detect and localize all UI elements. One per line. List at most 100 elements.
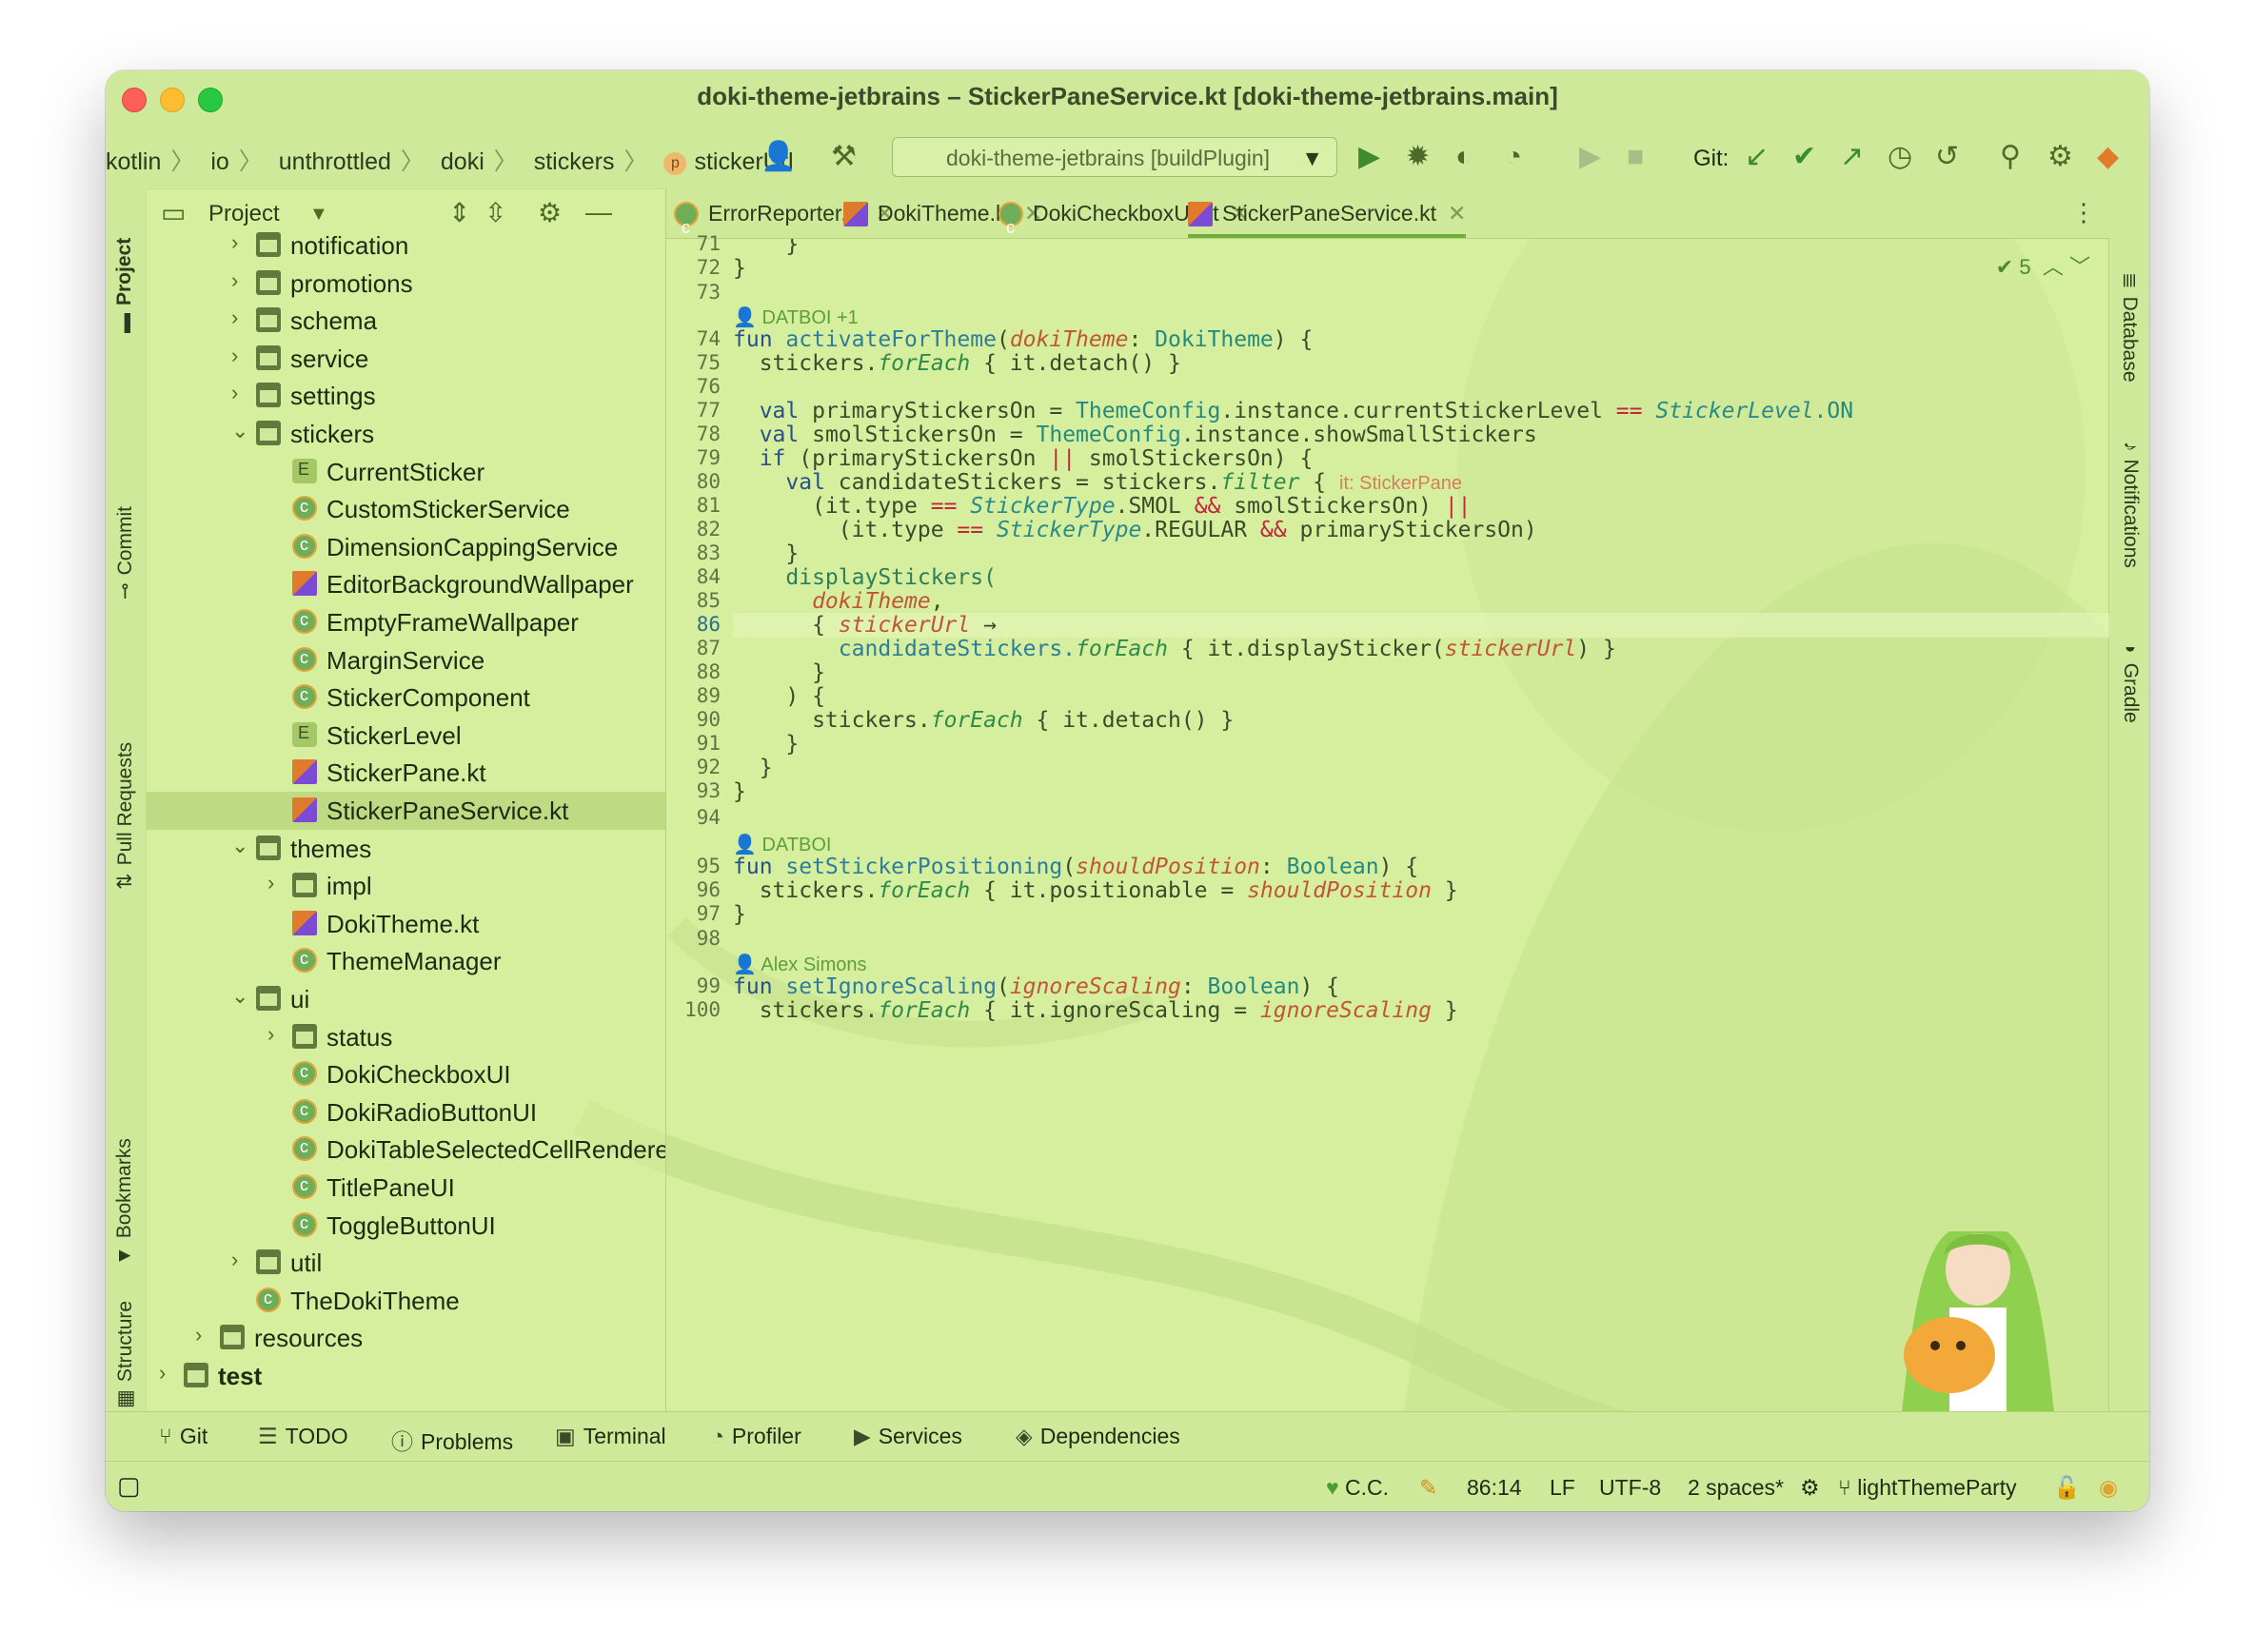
gear-icon[interactable]: ⚙ xyxy=(538,197,562,228)
tree-folder[interactable]: ⌄ ui xyxy=(146,980,665,1018)
tree-file[interactable]: StickerComponent xyxy=(146,678,665,717)
tree-file[interactable]: CurrentSticker xyxy=(146,453,665,491)
chevron-right-icon[interactable]: › xyxy=(231,230,238,255)
tree-file[interactable]: StickerPaneService.kt xyxy=(146,792,665,830)
tree-folder[interactable]: › schema xyxy=(146,302,665,340)
toggle-tool-windows-icon[interactable]: ▢ xyxy=(117,1471,141,1501)
tree-folder[interactable]: › impl xyxy=(146,867,665,905)
gear-icon[interactable]: ⚙ xyxy=(2047,141,2073,173)
line-number[interactable]: 88 xyxy=(666,660,721,683)
tool-tab-gradle[interactable]: ◗ Gradle xyxy=(2119,636,2142,723)
line-number[interactable]: 89 xyxy=(666,684,721,707)
line-number[interactable]: 77 xyxy=(666,399,721,422)
line-number[interactable]: 93 xyxy=(666,779,721,802)
tree-folder[interactable]: › settings xyxy=(146,377,665,415)
chevron-right-icon[interactable]: › xyxy=(231,1248,238,1272)
editor-tab[interactable]: StickerPaneService.kt ✕ xyxy=(1188,188,1467,238)
chevron-right-icon[interactable]: › xyxy=(159,1361,166,1386)
chevron-right-icon[interactable]: › xyxy=(231,381,238,405)
tree-folder[interactable]: › notification xyxy=(146,226,665,265)
stop-icon[interactable]: ■ xyxy=(1627,141,1644,173)
debug-icon[interactable]: ✹ xyxy=(1406,141,1430,173)
line-number[interactable]: 99 xyxy=(666,974,721,997)
line-number[interactable]: 76 xyxy=(666,375,721,398)
tool-tab-dependencies[interactable]: ◈ Dependencies xyxy=(1016,1424,1180,1449)
tool-tab-commit[interactable]: ⊸ Commit xyxy=(113,506,137,607)
tree-folder[interactable]: › resources xyxy=(146,1319,665,1357)
tool-tab-git[interactable]: ⑂ Git xyxy=(159,1424,208,1449)
line-number[interactable]: 74 xyxy=(666,327,721,350)
line-separator[interactable]: LF xyxy=(1550,1475,1575,1501)
breadcrumb-item[interactable]: doki xyxy=(441,148,484,176)
tree-file[interactable]: ToggleButtonUI xyxy=(146,1207,665,1245)
tree-file[interactable]: StickerLevel xyxy=(146,717,665,755)
inspection-widget[interactable]: ✔ 5 ︿ ﹀ xyxy=(1996,250,2090,281)
line-number[interactable]: 78 xyxy=(666,423,721,445)
settings-icon[interactable]: ⚙ xyxy=(1800,1475,1820,1501)
line-number[interactable]: 73 xyxy=(666,281,721,304)
author-hint[interactable]: 👤 Alex Simons xyxy=(733,953,867,976)
tree-file[interactable]: EmptyFrameWallpaper xyxy=(146,603,665,641)
author-hint[interactable]: 👤 DATBOI xyxy=(733,833,831,856)
run-icon[interactable]: ▶ xyxy=(1358,141,1380,173)
breadcrumb-item[interactable]: kotlin xyxy=(106,148,161,176)
coverage-icon[interactable]: ◐ xyxy=(1455,141,1473,173)
line-number[interactable]: 71 xyxy=(666,232,721,255)
tool-tab-project[interactable]: ▬ Project xyxy=(113,238,136,341)
git-commit-icon[interactable]: ✔ xyxy=(1792,141,1816,173)
breadcrumb-item[interactable]: unthrottled xyxy=(279,148,391,176)
tool-tab-structure[interactable]: ▦ Structure xyxy=(113,1301,137,1416)
tree-file[interactable]: MarginService xyxy=(146,641,665,679)
tree-file[interactable]: StickerPane.kt xyxy=(146,754,665,792)
breadcrumb-item[interactable]: stickers xyxy=(534,148,615,176)
tool-tab-notifications[interactable]: ♪ Notifications xyxy=(2119,434,2142,568)
tree-file[interactable]: TitlePaneUI xyxy=(146,1169,665,1207)
chevron-up-icon[interactable]: ︿ xyxy=(2043,255,2064,279)
line-number[interactable]: 81 xyxy=(666,494,721,517)
chevron-right-icon[interactable]: › xyxy=(267,1022,274,1047)
theme-status-widget[interactable]: ♥ C.C. xyxy=(1326,1475,1389,1501)
line-number[interactable]: 87 xyxy=(666,637,721,659)
author-hint[interactable]: 👤 DATBOI +1 xyxy=(733,305,859,329)
git-push-icon[interactable]: ↗ xyxy=(1840,141,1864,173)
chevron-down-icon[interactable]: ﹀ xyxy=(2069,255,2090,279)
line-number[interactable]: 98 xyxy=(666,927,721,950)
hide-panel-icon[interactable]: — xyxy=(585,197,612,227)
line-number[interactable]: 95 xyxy=(666,855,721,877)
line-number[interactable]: 94 xyxy=(666,806,721,829)
update-icon[interactable]: ◉ xyxy=(2099,1475,2118,1501)
chevron-right-icon[interactable]: › xyxy=(231,268,238,293)
indent-settings[interactable]: 2 spaces* xyxy=(1688,1475,1784,1501)
tree-file[interactable]: TheDokiTheme xyxy=(146,1282,665,1320)
tree-folder[interactable]: › test xyxy=(146,1357,665,1395)
tool-tab-database[interactable]: ≣ Database xyxy=(2118,265,2142,383)
collapse-all-icon[interactable]: ⇳ xyxy=(484,197,506,228)
git-branch-widget[interactable]: ⑂ lightThemeParty xyxy=(1838,1475,2017,1501)
tree-folder[interactable]: ⌄ stickers xyxy=(146,415,665,453)
caret-position[interactable]: 86:14 xyxy=(1467,1475,1522,1501)
project-view-select[interactable]: Project xyxy=(208,201,280,227)
tree-folder[interactable]: › promotions xyxy=(146,265,665,303)
tree-file[interactable]: DokiCheckboxUI xyxy=(146,1055,665,1093)
tree-file[interactable]: EditorBackgroundWallpaper xyxy=(146,565,665,603)
tree-file[interactable]: DokiTableSelectedCellRenderer xyxy=(146,1131,665,1169)
line-number[interactable]: 82 xyxy=(666,518,721,541)
tree-file[interactable]: DokiRadioButtonUI xyxy=(146,1093,665,1131)
chevron-down-icon[interactable]: ▼ xyxy=(309,204,328,226)
build-hammer-icon[interactable]: ⚒ xyxy=(831,141,857,173)
line-number[interactable]: 75 xyxy=(666,351,721,374)
run-configuration-select[interactable]: doki-theme-jetbrains [buildPlugin] ▼ xyxy=(892,137,1337,177)
line-number[interactable]: 72 xyxy=(666,256,721,279)
chevron-down-icon[interactable]: ⌄ xyxy=(231,834,248,858)
tool-tab-pull-requests[interactable]: ⇅ Pull Requests xyxy=(113,742,137,897)
chevron-right-icon[interactable]: › xyxy=(195,1323,202,1347)
file-encoding[interactable]: UTF-8 xyxy=(1599,1475,1661,1501)
tool-tab-services[interactable]: ▶ Services xyxy=(854,1424,962,1449)
line-number[interactable]: 97 xyxy=(666,902,721,925)
tree-file[interactable]: DimensionCappingService xyxy=(146,528,665,566)
tree-folder[interactable]: ⌄ themes xyxy=(146,830,665,868)
chevron-down-icon[interactable]: ⌄ xyxy=(231,419,248,443)
line-number[interactable]: 84 xyxy=(666,565,721,588)
line-number[interactable]: 96 xyxy=(666,878,721,901)
tool-tab-bookmarks[interactable]: ▼ Bookmarks xyxy=(113,1138,136,1273)
